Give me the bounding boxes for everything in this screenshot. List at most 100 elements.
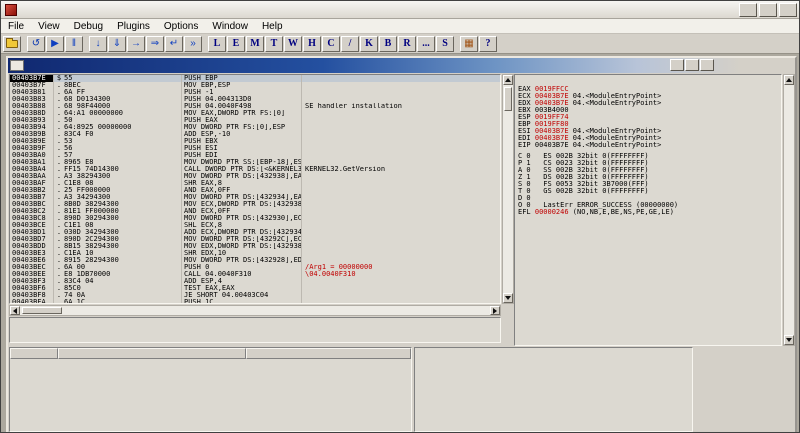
disasm-bytes: 68 D0134300 — [64, 96, 182, 103]
menu-item-help[interactable]: Help — [255, 19, 290, 33]
close-button[interactable] — [779, 2, 797, 17]
disasm-row[interactable]: 00403B9B. 83C4 F0 ADD ESP,-10 — [10, 131, 500, 138]
disasm-row[interactable]: 00403BE3. C1EA 10 SHR EDX,10 — [10, 250, 500, 257]
disasm-row[interactable]: 00403B7E $55 PUSH EBP — [10, 75, 500, 82]
menu-item-view[interactable]: View — [31, 19, 67, 33]
disasm-row[interactable]: 00403BDD. 8B15 38294300 MOV EDX,DWORD PTR … — [10, 243, 500, 250]
disasm-row[interactable]: 00403BD1. 030D 34294300 ADD ECX,DWORD PTR … — [10, 229, 500, 236]
efl-row[interactable]: EFL 00000246 (NO,NB,E,BE,NS,PE,GE,LE) — [518, 209, 778, 216]
cpu-titlebar[interactable] — [8, 58, 795, 73]
maximize-button[interactable] — [759, 2, 777, 17]
cpu-maximize-button[interactable] — [685, 59, 699, 71]
options-button[interactable]: ▦ — [460, 35, 478, 52]
source-button[interactable]: S — [436, 35, 454, 52]
disasm-row[interactable]: 00403B93. 50 PUSH EAX — [10, 117, 500, 124]
scroll-down-icon[interactable] — [503, 293, 513, 303]
disasm-row[interactable]: 00403BEE. E8 1DB70000 CALL 04.0040F310 \04.… — [10, 271, 500, 278]
scroll-right-icon[interactable] — [490, 306, 500, 315]
executable-modules-button[interactable]: E — [227, 35, 245, 52]
cpu-button[interactable]: C — [322, 35, 340, 52]
scroll-up-icon[interactable] — [503, 75, 513, 85]
disasm-row[interactable]: 00403BBC. 8B0D 38294300 MOV ECX,DWORD PTR … — [10, 201, 500, 208]
cpu-minimize-button[interactable] — [670, 59, 684, 71]
disasm-row[interactable]: 00403BCE. C1E1 08 SHL ECX,8 — [10, 222, 500, 229]
disasm-row[interactable]: 00403BAF. C1E8 08 SHR EAX,8 — [10, 180, 500, 187]
threads-button[interactable]: T — [265, 35, 283, 52]
disasm-row[interactable]: 00403B94. 64:8925 00000000 MOV DWORD PTR F… — [10, 124, 500, 131]
disasm-row[interactable]: 00403BA0. 57 PUSH EDI — [10, 152, 500, 159]
menu-item-debug[interactable]: Debug — [67, 19, 110, 33]
pause-button[interactable]: ‖ — [65, 35, 83, 52]
disasm-row[interactable]: 00403BC2. 81E1 FF000000 AND ECX,0FF — [10, 208, 500, 215]
scroll-up-icon[interactable] — [784, 75, 794, 85]
disasm-row[interactable]: 00403BB2. 25 FF000000 AND EAX,0FF — [10, 187, 500, 194]
dump-header-ascii — [246, 348, 411, 359]
disasm-row[interactable]: 00403B7F. 8BEC MOV EBP,ESP — [10, 82, 500, 89]
disasm-row[interactable]: 00403BF6. 85C0 TEST EAX,EAX — [10, 285, 500, 292]
disasm-row[interactable]: 00403BEC. 6A 00 PUSH 0/Arg1 = 00000000 — [10, 264, 500, 271]
menu-item-file[interactable]: File — [1, 19, 31, 33]
cpu-close-button[interactable] — [700, 59, 714, 71]
log-window-button[interactable]: L — [208, 35, 226, 52]
disasm-row[interactable]: 00403BA1. 8965 E8 MOV DWORD PTR SS:[EBP-18… — [10, 159, 500, 166]
disasm-row[interactable]: 00403B9E. 53 PUSH EBX — [10, 138, 500, 145]
disasm-instruction: MOV DWORD PTR DS:[432938],EAX — [184, 173, 302, 180]
disasm-bytes: 83C4 04 — [64, 278, 182, 285]
disasm-row[interactable]: 00403B9F. 56 PUSH ESI — [10, 145, 500, 152]
disasm-row[interactable]: 00403BFA. 6A 1C PUSH 1C — [10, 299, 500, 303]
disasm-address: 00403BC8 — [10, 215, 54, 222]
restart-button[interactable]: ↺ — [27, 35, 45, 52]
disasm-row[interactable]: 00403B88. 68 98F44000 PUSH 04.0040F498 SE h… — [10, 103, 500, 110]
menu-item-options[interactable]: Options — [157, 19, 205, 33]
disassembly-hscrollbar[interactable] — [9, 305, 501, 316]
disasm-row[interactable]: 00403BF8. 74 0A JE SHORT 04.00403C04 — [10, 292, 500, 299]
disasm-row[interactable]: 00403BF3. 83C4 04 ADD ESP,4 — [10, 278, 500, 285]
patches-button[interactable]: / — [341, 35, 359, 52]
execute-till-return-button[interactable]: ↵ — [165, 35, 183, 52]
flag-row[interactable]: T 0 GS 002B 32bit 0(FFFFFFFF) — [518, 188, 778, 195]
scrollbar-thumb[interactable] — [22, 307, 62, 314]
disasm-address: 00403BAF — [10, 180, 54, 187]
scroll-left-icon[interactable] — [10, 306, 20, 315]
open-button[interactable] — [3, 35, 21, 52]
call-stack-button[interactable]: K — [360, 35, 378, 52]
references-button[interactable]: R — [398, 35, 416, 52]
disassembly-vscrollbar[interactable] — [502, 74, 514, 304]
disasm-row[interactable]: 00403B8D. 64:A1 00000000 MOV EAX,DWORD PTR… — [10, 110, 500, 117]
disasm-row[interactable]: 00403BAA. A3 38294300 MOV DWORD PTR DS:[43… — [10, 173, 500, 180]
disasm-row[interactable]: 00403BE6. 8915 28294300 MOV DWORD PTR DS:[… — [10, 257, 500, 264]
scroll-down-icon[interactable] — [784, 335, 794, 345]
disasm-bytes: 6A FF — [64, 89, 182, 96]
disassembly-rows: 00403B7E $55 PUSH EBP 00403B7F. 8BEC MOV EBP,… — [10, 75, 500, 303]
handles-button[interactable]: H — [303, 35, 321, 52]
disasm-row[interactable]: 00403B83. 68 D0134300 PUSH 04.004313D0 — [10, 96, 500, 103]
app-icon — [5, 3, 17, 16]
animate-over-button[interactable]: ⇒ — [146, 35, 164, 52]
breakpoints-button[interactable]: B — [379, 35, 397, 52]
disasm-row[interactable]: 00403B81. 6A FF PUSH -1 — [10, 89, 500, 96]
run-trace-button[interactable]: ... — [417, 35, 435, 52]
disasm-row[interactable]: 00403BA4. FF15 74D14300 CALL DWORD PTR DS:… — [10, 166, 500, 173]
step-into-button[interactable]: ↓ — [89, 35, 107, 52]
disasm-instruction: SHR EAX,8 — [182, 180, 302, 187]
animate-into-button[interactable]: ⇓ — [108, 35, 126, 52]
goto-button[interactable]: » — [184, 35, 202, 52]
register-row[interactable]: EIP 00403B7E 04.<ModuleEntryPoint> — [518, 142, 778, 149]
minimize-button[interactable] — [739, 2, 757, 17]
help-button[interactable]: ? — [479, 35, 497, 52]
menu-item-plugins[interactable]: Plugins — [110, 19, 157, 33]
disasm-row[interactable]: 00403BC8. 890D 30294300 MOV DWORD PTR DS:[… — [10, 215, 500, 222]
scrollbar-thumb[interactable] — [504, 87, 512, 111]
run-button[interactable]: ▶ — [46, 35, 64, 52]
disasm-instruction: MOV DWORD PTR FS:[0],ESP — [182, 124, 302, 131]
memory-map-button[interactable]: M — [246, 35, 264, 52]
windows-button[interactable]: W — [284, 35, 302, 52]
registers-vscrollbar[interactable] — [783, 74, 795, 346]
titlebar[interactable] — [1, 1, 799, 19]
disasm-row[interactable]: 00403BB7. A3 34294300 MOV DWORD PTR DS:[43… — [10, 194, 500, 201]
step-over-button[interactable]: → — [127, 35, 145, 52]
menu-item-window[interactable]: Window — [205, 19, 255, 33]
register-list: EAX 0019FFCC ECX 00403B7E 04.<ModuleEntry… — [518, 86, 778, 220]
disasm-prefix: . — [56, 215, 62, 222]
disasm-row[interactable]: 00403BD7. 890D 2C294300 MOV DWORD PTR DS:[… — [10, 236, 500, 243]
